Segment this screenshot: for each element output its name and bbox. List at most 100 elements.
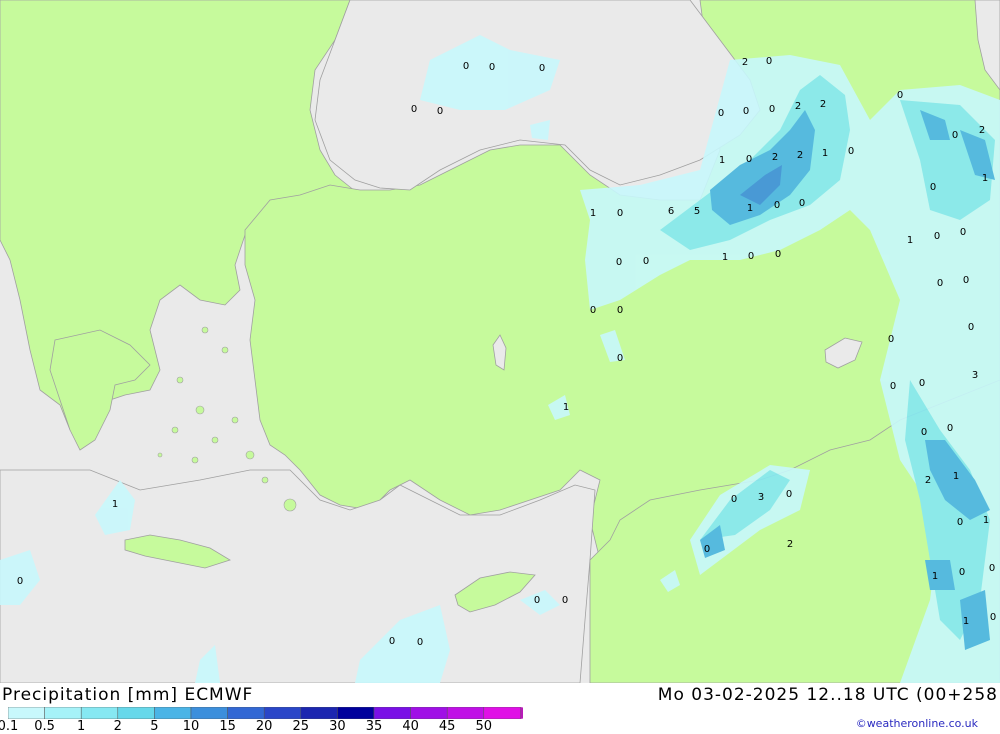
precip-value-label: 0 xyxy=(775,249,781,260)
precipitation-map[interactable]: 0 0 0 0 0 2 0 0 0 0 2 2 0 1 0 2 2 1 0 0 2 0 1 1 0 6 5 1 0 0 1 0 0 0 0 1 0 0 0 0… xyxy=(0,0,1000,683)
precip-value-label: 6 xyxy=(668,206,674,217)
precip-value-label: 1 xyxy=(563,402,569,413)
credit-link[interactable]: ©weatheronline.co.uk xyxy=(856,717,978,730)
precip-value-label: 0 xyxy=(17,576,23,587)
precip-value-label: 5 xyxy=(694,206,700,217)
precip-value-label: 0 xyxy=(952,130,958,141)
precip-value-label: 1 xyxy=(590,208,596,219)
scale-label: 40 xyxy=(402,719,419,734)
precip-value-label: 0 xyxy=(890,381,896,392)
precip-value-label: 2 xyxy=(979,125,985,136)
precip-value-label: 1 xyxy=(932,571,938,582)
precip-value-label: 2 xyxy=(797,150,803,161)
scale-swatch xyxy=(373,707,411,719)
precip-value-label: 0 xyxy=(937,278,943,289)
precip-value-label: 0 xyxy=(786,489,792,500)
scale-label: 2 xyxy=(113,719,122,734)
precip-value-label: 0 xyxy=(963,275,969,286)
precip-value-label: 1 xyxy=(112,499,118,510)
valid-time: Mo 03-02-2025 12..18 UTC (00+258 xyxy=(657,685,998,705)
precip-value-label: 0 xyxy=(960,227,966,238)
precip-value-label: 0 xyxy=(617,208,623,219)
precip-value-label: 2 xyxy=(787,539,793,550)
scale-label: 25 xyxy=(292,719,310,734)
precip-value-label: 0 xyxy=(848,146,854,157)
precip-value-label: 2 xyxy=(820,99,826,110)
scale-label: 50 xyxy=(475,719,493,734)
color-scale-bar xyxy=(8,707,523,719)
precip-value-label: 0 xyxy=(921,427,927,438)
precip-value-label: 2 xyxy=(795,101,801,112)
precip-value-label: 0 xyxy=(617,353,623,364)
precip-value-label: 0 xyxy=(989,563,995,574)
map-title: Precipitation [mm] ECMWF xyxy=(2,685,254,705)
scale-arrow xyxy=(520,707,523,719)
precip-value-label: 0 xyxy=(411,104,417,115)
precip-value-label: 0 xyxy=(389,636,395,647)
precip-value-label: 0 xyxy=(539,63,545,74)
scale-label: 30 xyxy=(329,719,346,734)
precip-value-label: 0 xyxy=(769,104,775,115)
precip-value-label: 0 xyxy=(534,595,540,606)
scale-label: 15 xyxy=(219,719,236,734)
precip-value-label: 1 xyxy=(953,471,959,482)
scale-swatch xyxy=(8,707,45,719)
precip-value-label: 0 xyxy=(731,494,737,505)
precip-value-label: 0 xyxy=(968,322,974,333)
precip-value-label: 0 xyxy=(990,612,996,623)
scale-swatch xyxy=(483,707,521,719)
precip-value-label: 0 xyxy=(748,251,754,262)
scale-label: 5 xyxy=(150,719,159,734)
scale-swatch xyxy=(154,707,192,719)
precip-value-label: 0 xyxy=(643,256,649,267)
scale-swatch xyxy=(117,707,155,719)
precip-value-label: 3 xyxy=(758,492,764,503)
precip-value-label: 1 xyxy=(719,155,725,166)
precip-value-label: 2 xyxy=(742,57,748,68)
precip-value-label: 0 xyxy=(616,257,622,268)
precip-value-label: 0 xyxy=(417,637,423,648)
precip-value-label: 0 xyxy=(766,56,772,67)
precip-value-label: 0 xyxy=(590,305,596,316)
scale-label: 0.1 xyxy=(0,719,19,734)
precip-value-label: 1 xyxy=(963,616,969,627)
precip-value-label: 0 xyxy=(718,108,724,119)
precip-value-label: 0 xyxy=(957,517,963,528)
precip-value-label: 0 xyxy=(888,334,894,345)
scale-label: 20 xyxy=(255,719,273,734)
scale-label: 1 xyxy=(77,719,86,734)
precip-value-label: 1 xyxy=(822,148,828,159)
map-footer: Precipitation [mm] ECMWF Mo 03-02-2025 1… xyxy=(0,683,1000,734)
scale-label: 0.5 xyxy=(34,719,55,734)
scale-swatch xyxy=(300,707,338,719)
scale-swatch xyxy=(263,707,302,719)
precip-value-label: 2 xyxy=(772,152,778,163)
precip-value-label: 2 xyxy=(925,475,931,486)
precip-value-label: 0 xyxy=(947,423,953,434)
precip-value-label: 0 xyxy=(562,595,568,606)
precip-value-label: 3 xyxy=(972,370,978,381)
precip-value-label: 0 xyxy=(799,198,805,209)
precip-value-label: 0 xyxy=(959,567,965,578)
scale-swatch xyxy=(446,707,485,719)
precip-value-label: 0 xyxy=(746,154,752,165)
scale-swatch xyxy=(337,707,375,719)
precip-value-label: 0 xyxy=(489,62,495,73)
precip-value-label: 1 xyxy=(982,173,988,184)
color-scale-labels: 0.1 0.5 1 2 5 10 15 20 25 30 35 40 45 50 xyxy=(0,719,520,734)
scale-swatch xyxy=(190,707,228,719)
precip-value-label: 0 xyxy=(463,61,469,72)
scale-swatch xyxy=(227,707,265,719)
scale-swatch xyxy=(410,707,448,719)
precip-value-label: 1 xyxy=(907,235,913,246)
precip-value-label: 0 xyxy=(704,544,710,555)
precip-value-label: 0 xyxy=(437,106,443,117)
precip-value-label: 0 xyxy=(930,182,936,193)
scale-label: 35 xyxy=(365,719,383,734)
precip-value-label: 1 xyxy=(983,515,989,526)
precip-value-label: 1 xyxy=(722,252,728,263)
precip-value-label: 0 xyxy=(934,231,940,242)
precip-value-label: 0 xyxy=(919,378,925,389)
scale-label: 10 xyxy=(182,719,200,734)
precip-value-label: 1 xyxy=(747,203,753,214)
